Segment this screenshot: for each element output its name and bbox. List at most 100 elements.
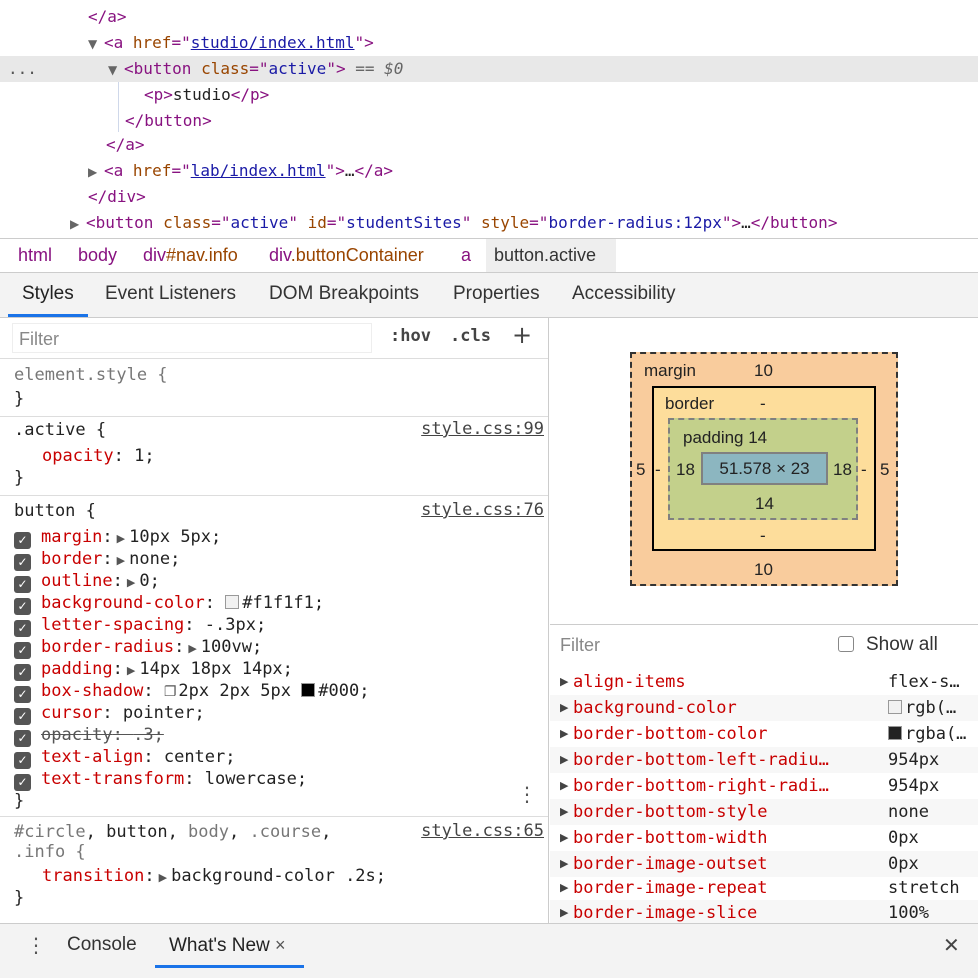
margin-bottom-value[interactable]: 10 [754, 560, 773, 580]
rule-selector[interactable]: #circle, button, body, .course, [14, 821, 331, 843]
padding-left-value[interactable]: 18 [676, 460, 695, 480]
css-declaration-text-transform[interactable]: ✓ text-transform: lowercase; [14, 768, 307, 791]
expand-right-icon[interactable]: ▶ [188, 642, 196, 655]
drawer-tab-console[interactable]: Console [67, 924, 137, 968]
computed-row[interactable]: ▶ border-image-slice 100% [550, 900, 978, 923]
expand-right-icon[interactable]: ▶ [159, 871, 167, 884]
tab-styles[interactable]: Styles [8, 273, 88, 317]
breadcrumb-item-div-nav[interactable]: div#nav.info [135, 239, 246, 272]
checkbox-unchecked-icon[interactable] [838, 636, 854, 652]
border-bottom-value[interactable]: - [760, 526, 766, 546]
computed-row[interactable]: ▶ border-bottom-style none [550, 799, 978, 825]
css-declaration-border[interactable]: ✓ border: ▶ none; [14, 548, 180, 571]
rule-selector[interactable]: element.style { [14, 364, 168, 386]
breadcrumb-item-button-active[interactable]: button.active [486, 239, 616, 272]
dom-node-a-studio[interactable]: ▼ <a href="studio/index.html"> [0, 30, 978, 56]
expand-right-icon[interactable]: ▶ [560, 851, 568, 877]
css-declaration-margin[interactable]: ✓ margin: ▶ 10px 5px; [14, 526, 221, 549]
border-right-value[interactable]: - [861, 460, 867, 480]
computed-filter-input[interactable]: Filter [560, 635, 600, 656]
checkbox-checked-icon[interactable]: ✓ [14, 620, 31, 637]
expand-right-icon[interactable]: ▶ [560, 799, 568, 825]
computed-row[interactable]: ▶ border-bottom-left-radiu… 954px [550, 747, 978, 773]
close-drawer-icon[interactable]: ✕ [943, 924, 960, 968]
css-declaration-background-color[interactable]: ✓ background-color: #f1f1f1; [14, 592, 324, 615]
tab-event-listeners[interactable]: Event Listeners [105, 273, 236, 317]
computed-row[interactable]: ▶ border-bottom-color rgba(… [550, 721, 978, 747]
padding-right-value[interactable]: 18 [833, 460, 852, 480]
dom-node-close-a[interactable]: </a> [0, 132, 978, 158]
expand-right-icon[interactable]: ▶ [117, 554, 125, 567]
rule-selector-cont[interactable]: .info { [14, 841, 86, 863]
expand-right-icon[interactable]: ▶ [560, 900, 568, 923]
source-link[interactable]: style.css:76 [421, 500, 544, 520]
box-model-content[interactable]: 51.578 × 23 [701, 452, 828, 485]
computed-row[interactable]: ▶ border-image-outset 0px [550, 851, 978, 877]
expand-down-icon[interactable]: ▼ [88, 31, 104, 57]
checkbox-checked-icon[interactable]: ✓ [14, 752, 31, 769]
expand-right-icon[interactable]: ▶ [127, 664, 135, 677]
dom-node-p[interactable]: <p>studio</p> [0, 82, 978, 108]
border-top-value[interactable]: - [760, 394, 766, 414]
node-actions-icon[interactable]: ... [8, 56, 37, 82]
checkbox-checked-icon[interactable]: ✓ [14, 664, 31, 681]
checkbox-checked-icon[interactable]: ✓ [14, 686, 31, 703]
padding-bottom-value[interactable]: 14 [755, 494, 774, 514]
expand-right-icon[interactable]: ▶ [560, 825, 568, 851]
margin-right-value[interactable]: 5 [880, 460, 889, 480]
rule-selector[interactable]: button { [14, 500, 96, 522]
color-swatch[interactable] [225, 595, 240, 609]
expand-right-icon[interactable]: ▶ [560, 747, 568, 773]
breadcrumb-item-div-buttoncontainer[interactable]: div.buttonContainer [261, 239, 432, 272]
checkbox-checked-icon[interactable]: ✓ [14, 598, 31, 615]
padding-label[interactable]: padding 14 [683, 428, 767, 448]
css-declaration-cursor[interactable]: ✓ cursor: pointer; [14, 702, 205, 725]
cls-toggle[interactable]: .cls [450, 326, 491, 346]
checkbox-checked-icon[interactable]: ✓ [14, 730, 31, 747]
expand-right-icon[interactable]: ▶ [127, 576, 135, 589]
checkbox-checked-icon[interactable]: ✓ [14, 554, 31, 571]
expand-right-icon[interactable]: ▶ [117, 532, 125, 545]
expand-right-icon[interactable]: ▶ [88, 159, 104, 185]
dom-node-a-lab[interactable]: ▶ <a href="lab/index.html">…</a> [0, 158, 978, 184]
checkbox-checked-icon[interactable]: ✓ [14, 774, 31, 791]
styles-filter-input[interactable]: Filter [12, 323, 372, 353]
css-declaration-outline[interactable]: ✓ outline: ▶ 0; [14, 570, 160, 593]
breadcrumb-item-body[interactable]: body [70, 239, 125, 272]
tab-accessibility[interactable]: Accessibility [572, 273, 675, 317]
color-swatch[interactable] [301, 683, 316, 697]
expand-right-icon[interactable]: ▶ [70, 211, 86, 237]
css-declaration-padding[interactable]: ✓ padding: ▶ 14px 18px 14px; [14, 658, 293, 681]
tab-properties[interactable]: Properties [453, 273, 540, 317]
css-declaration-border-radius[interactable]: ✓ border-radius: ▶ 100vw; [14, 636, 262, 659]
rule-selector[interactable]: .active { [14, 419, 106, 441]
source-link[interactable]: style.css:99 [421, 419, 544, 439]
border-left-value[interactable]: - [655, 460, 661, 480]
source-link[interactable]: style.css:65 [421, 821, 544, 841]
checkbox-checked-icon[interactable]: ✓ [14, 576, 31, 593]
dom-node-close-button[interactable]: </button> [0, 108, 978, 134]
attr-link[interactable]: lab/index.html [191, 161, 326, 180]
computed-row[interactable]: ▶ border-image-repeat stretch [550, 875, 978, 901]
hov-toggle[interactable]: :hov [390, 326, 431, 346]
css-declaration-transition[interactable]: transition: ▶ background-color .2s; [42, 865, 386, 887]
margin-left-value[interactable]: 5 [636, 460, 645, 480]
computed-row[interactable]: ▶ align-items flex-s… [550, 669, 978, 695]
attr-link[interactable]: studio/index.html [191, 33, 355, 52]
expand-down-icon[interactable]: ▼ [108, 57, 124, 83]
css-declaration[interactable]: opacity: 1; [42, 445, 155, 467]
expand-right-icon[interactable]: ▶ [560, 721, 568, 747]
expand-right-icon[interactable]: ▶ [560, 695, 568, 721]
show-all-toggle[interactable]: Show all [838, 634, 938, 656]
drawer-tab-whats-new[interactable]: What's New × [155, 924, 304, 968]
css-declaration-text-align[interactable]: ✓ text-align: center; [14, 746, 236, 769]
expand-right-icon[interactable]: ▶ [560, 773, 568, 799]
css-declaration-box-shadow[interactable]: ✓ box-shadow: ❐ 2px 2px 5px #000; [14, 680, 369, 703]
expand-right-icon[interactable]: ▶ [560, 669, 568, 695]
dom-node-close-a[interactable]: </a> [0, 4, 978, 30]
computed-row[interactable]: ▶ border-bottom-right-radi… 954px [550, 773, 978, 799]
checkbox-checked-icon[interactable]: ✓ [14, 708, 31, 725]
css-declaration-opacity-overridden[interactable]: ✓ opacity: .3; [14, 724, 164, 747]
breadcrumb-item-a[interactable]: a [453, 239, 479, 272]
close-tab-icon[interactable]: × [275, 935, 286, 955]
